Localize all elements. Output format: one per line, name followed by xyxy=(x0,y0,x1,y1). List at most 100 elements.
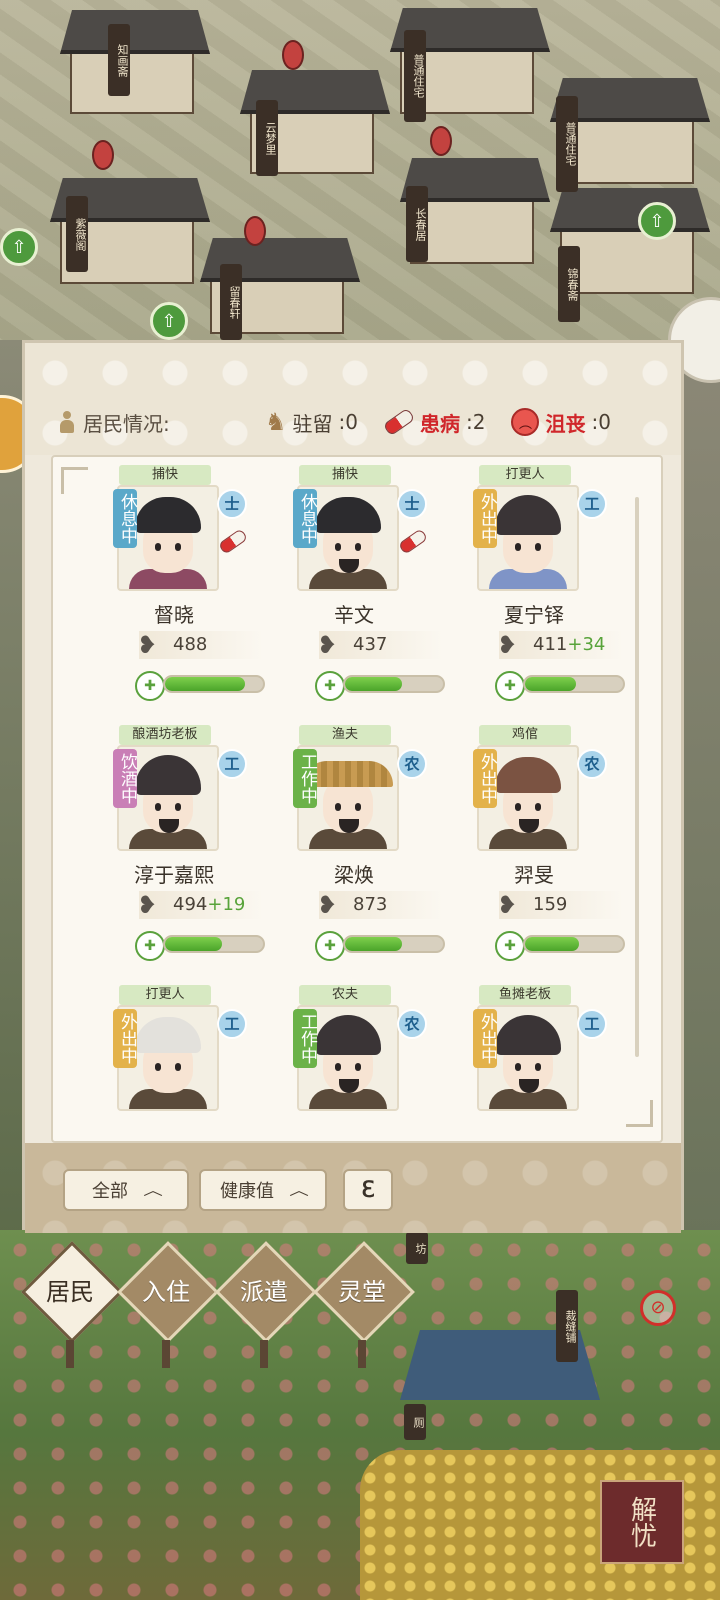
sort-dropdown[interactable]: 健康值 ︿ xyxy=(199,1169,327,1211)
avatar-eye xyxy=(355,1063,361,1071)
job-title: 酿酒坊老板 xyxy=(119,725,211,745)
attribute-number: 411 xyxy=(533,634,568,655)
job-title: 渔夫 xyxy=(299,725,391,745)
avatar-eye xyxy=(335,803,341,811)
tab-move-in[interactable]: 入住 xyxy=(117,1241,219,1368)
resident-card[interactable]: 鸡倌 外出中 农羿旻 159 ❥ ✚ xyxy=(439,725,629,975)
avatar-hat xyxy=(315,1015,381,1055)
stat-sick: 患病 :2 xyxy=(382,407,486,437)
avatar-hat xyxy=(495,1015,561,1055)
class-badge: 工 xyxy=(577,489,607,519)
resident-card[interactable]: 鱼摊老板 外出中 工 xyxy=(439,985,629,1141)
avatar-eye xyxy=(535,543,541,551)
avatar-eye xyxy=(335,1063,341,1071)
stat-label: 患病 xyxy=(419,411,460,436)
health-fill xyxy=(525,677,576,691)
list-icon: ℇ xyxy=(361,1177,375,1203)
bottom-tabs: 居民 入住 派遣 灵堂 xyxy=(21,1240,426,1368)
building-sign[interactable]: 锦春斋 xyxy=(558,246,580,322)
job-title: 打更人 xyxy=(479,465,571,485)
tab-residents[interactable]: 居民 xyxy=(21,1241,123,1368)
avatar-eye xyxy=(155,1063,161,1071)
upgrade-icon[interactable]: ⇧ xyxy=(638,202,676,240)
job-title: 打更人 xyxy=(119,985,211,1005)
resident-card[interactable]: 捕快 休息中 士督晓 488 ❥ ✚ xyxy=(79,465,269,715)
resident-list[interactable]: 捕快 休息中士督晓 488 ❥ ✚ 捕快 休息中士辛文 437 ❥ ✚ 打更人 外出中工夏宁铎 411+… xyxy=(51,455,663,1143)
tab-memorial-hall[interactable]: 灵堂 xyxy=(313,1241,415,1368)
resident-name: 梁焕 xyxy=(334,863,374,887)
health-bar xyxy=(523,675,625,693)
panel-header: 居民情况: ♞ 驻留 :0 患病 :2 ︵ 沮丧 :0 xyxy=(25,343,681,455)
map-edge-right xyxy=(682,340,720,1240)
tab-post xyxy=(162,1340,170,1368)
upgrade-icon[interactable]: ⇧ xyxy=(0,228,38,266)
status-badge: 休息中 xyxy=(113,489,137,548)
building-sign[interactable]: 紫薇阁 xyxy=(66,196,88,272)
building-sign[interactable]: 厕 xyxy=(404,1404,426,1440)
resident-card[interactable]: 渔夫 工作中 农梁焕 873 ❥ ✚ xyxy=(259,725,449,975)
status-badge: 休息中 xyxy=(293,489,317,548)
resident-card[interactable]: 捕快 休息中 士辛文 437 ❥ ✚ xyxy=(259,465,449,715)
health-icon: ✚ xyxy=(135,931,165,961)
class-badge: 士 xyxy=(217,489,247,519)
building-sign[interactable]: 普通住宅 xyxy=(556,96,578,192)
avatar-eye xyxy=(355,803,361,811)
building-sign[interactable]: 知画斋 xyxy=(108,24,130,96)
attribute-bonus: +34 xyxy=(567,634,606,655)
tab-post xyxy=(260,1340,268,1368)
lantern xyxy=(430,126,452,156)
building-sign[interactable]: 长春居 xyxy=(406,186,428,262)
status-badge: 工作中 xyxy=(293,749,317,808)
list-toggle-button[interactable]: ℇ xyxy=(343,1169,393,1211)
status-badge: 外出中 xyxy=(473,1009,497,1068)
avatar-eye xyxy=(515,803,521,811)
job-title: 鸡倌 xyxy=(479,725,571,745)
avatar-eye xyxy=(515,543,521,551)
status-badge: 工作中 xyxy=(293,1009,317,1068)
prohibited-icon[interactable]: ⊘ xyxy=(640,1290,676,1326)
resident-card[interactable]: 农夫 工作中 农 xyxy=(259,985,449,1141)
status-badge: 外出中 xyxy=(473,749,497,808)
upgrade-icon[interactable]: ⇧ xyxy=(150,302,188,340)
summary-title-text: 居民情况: xyxy=(83,411,170,436)
avatar-eye xyxy=(515,1063,521,1071)
filter-dropdown[interactable]: 全部 ︿ xyxy=(63,1169,189,1211)
job-title: 鱼摊老板 xyxy=(479,985,571,1005)
resident-summary: 居民情况: ♞ 驻留 :0 患病 :2 ︵ 沮丧 :0 xyxy=(59,403,669,441)
broken-heart-icon: ❥ xyxy=(317,891,338,919)
scrollbar[interactable] xyxy=(635,497,639,1057)
job-title: 捕快 xyxy=(299,465,391,485)
health-icon: ✚ xyxy=(315,671,345,701)
class-badge: 农 xyxy=(577,749,607,779)
resident-name: 淳于嘉熙 xyxy=(134,863,214,887)
pill-icon xyxy=(382,407,416,437)
summary-title: 居民情况: xyxy=(59,408,239,437)
avatar-eye xyxy=(175,543,181,551)
attribute-number: 494 xyxy=(173,894,208,915)
attribute-number: 159 xyxy=(533,894,568,915)
resident-name: 督晓 xyxy=(154,603,194,627)
building-sign[interactable]: 裁缝铺 xyxy=(556,1290,578,1362)
building-sign[interactable]: 普通住宅 xyxy=(404,30,426,122)
avatar-hat xyxy=(495,495,561,535)
stat-value: :2 xyxy=(465,410,486,434)
avatar-eye xyxy=(355,543,361,551)
resident-card[interactable]: 打更人 外出中 工 xyxy=(79,985,269,1141)
health-bar xyxy=(163,675,265,693)
resident-card[interactable]: 酿酒坊老板 饮酒中 工淳于嘉熙 494+19 ❥ ✚ xyxy=(79,725,269,975)
class-badge: 士 xyxy=(397,489,427,519)
class-badge: 工 xyxy=(217,1009,247,1039)
avatar-hat xyxy=(135,497,201,533)
health-bar xyxy=(343,935,445,953)
building-sign[interactable]: 云梦里 xyxy=(256,100,278,176)
pill-icon xyxy=(217,528,249,555)
building-sign[interactable]: 留春轩 xyxy=(220,264,242,340)
tab-label: 入住 xyxy=(142,1278,190,1306)
tab-dispatch[interactable]: 派遣 xyxy=(215,1241,317,1368)
stat-label: 驻留 xyxy=(292,411,333,436)
attribute-number: 437 xyxy=(353,634,388,655)
jieyou-button[interactable]: 解忧 xyxy=(600,1480,684,1564)
health-fill xyxy=(165,677,246,691)
broken-heart-icon: ❥ xyxy=(497,631,518,659)
resident-card[interactable]: 打更人 外出中 工夏宁铎 411+34 ❥ ✚ xyxy=(439,465,629,715)
